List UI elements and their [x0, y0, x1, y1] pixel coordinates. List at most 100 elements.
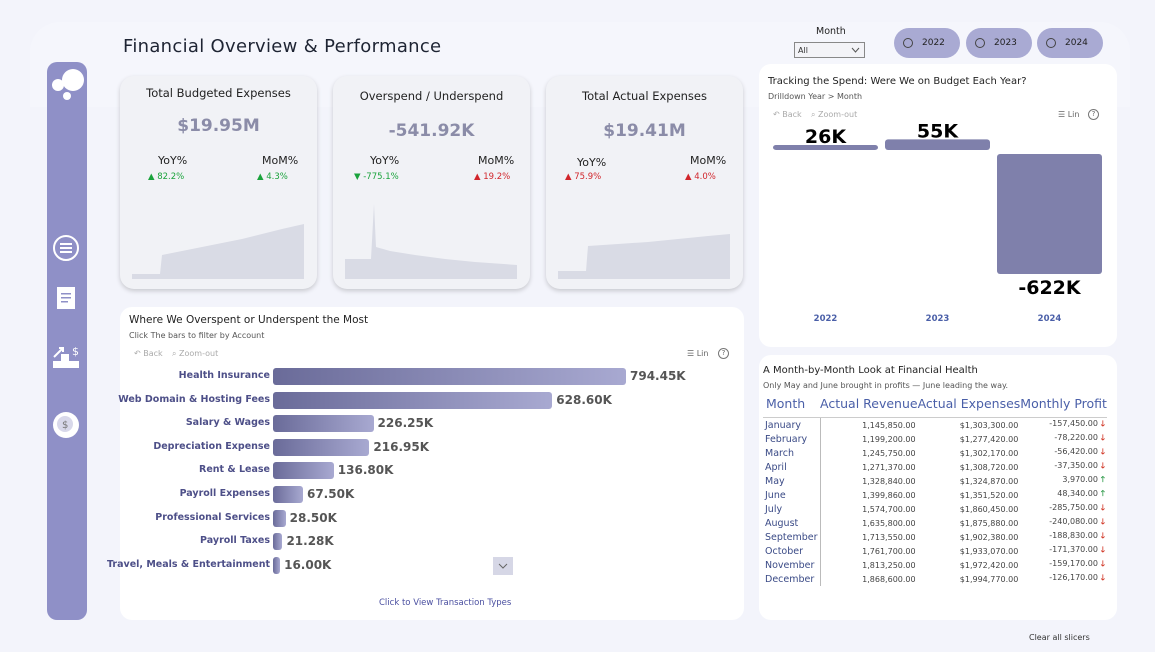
cell-profit-text: 3,970.00	[1062, 475, 1098, 484]
cell-profit-text: -285,750.00	[1049, 503, 1098, 512]
cell-profit-text: -126,170.00	[1049, 573, 1098, 582]
help-icon[interactable]: ?	[718, 348, 729, 359]
cell-month: July	[763, 502, 821, 516]
kpi-card-budgeted[interactable]: Total Budgeted Expenses $19.95M YoY% MoM…	[120, 76, 317, 289]
column-header[interactable]: Month	[763, 396, 821, 418]
account-bar[interactable]	[273, 462, 334, 480]
kpi-card-actual[interactable]: Total Actual Expenses $19.41M YoY% MoM% …	[546, 76, 743, 289]
table-row: February 1,199,200.00 $1,277,420.00 -78,220…	[763, 432, 1107, 446]
account-label[interactable]: Depreciation Expense	[153, 441, 270, 452]
year-axis-label: 2023	[926, 314, 950, 324]
overspend-zoomout-button[interactable]: ⌕ Zoom-out	[172, 349, 218, 359]
arrow-up-icon: 🡑	[1097, 489, 1105, 498]
cell-revenue-text: 1,328,840.00	[862, 476, 916, 486]
cell-revenue: 1,761,700.00	[820, 544, 918, 558]
column-header[interactable]: Actual Expenses	[917, 396, 1021, 418]
account-label[interactable]: Travel, Meals & Entertainment	[107, 559, 270, 570]
account-bar-value: 67.50K	[306, 487, 355, 501]
menu-list-icon[interactable]	[52, 234, 80, 262]
cell-revenue: 1,399,860.00	[820, 488, 918, 502]
table-row: September 1,713,550.00 $1,902,380.00 -188,8…	[763, 530, 1107, 544]
back-arrow-icon: ↶	[134, 349, 144, 358]
table-row: May 1,328,840.00 $1,324,870.00 3,970.00 🡑	[763, 474, 1107, 488]
kpi-mom-value: ▲ 4.0%	[685, 172, 716, 182]
account-label[interactable]: Health Insurance	[179, 370, 270, 381]
page-title: Financial Overview & Performance	[123, 36, 442, 57]
report-page-icon[interactable]	[56, 286, 76, 310]
arrow-down-icon: 🡓	[1097, 503, 1105, 512]
account-bar[interactable]	[273, 556, 281, 574]
cell-revenue: 1,635,800.00	[820, 516, 918, 530]
sparkline-area	[558, 234, 730, 279]
cell-profit: -285,750.00 🡓	[1020, 502, 1107, 516]
account-bar-value: 216.95K	[373, 439, 429, 454]
year-button-2023[interactable]: 2023	[966, 28, 1032, 58]
cell-month-text: April	[765, 461, 787, 473]
cell-revenue: 1,245,750.00	[820, 446, 918, 460]
cell-profit: 48,340.00 🡑	[1020, 488, 1107, 502]
arrow-down-icon: 🡓	[1097, 461, 1105, 470]
cell-month: December	[763, 572, 821, 586]
kpi-title: Total Budgeted Expenses	[146, 86, 291, 100]
year-button-2022[interactable]: 2022	[894, 28, 960, 58]
account-label[interactable]: Payroll Expenses	[180, 488, 270, 499]
account-bar[interactable]	[273, 533, 283, 551]
cell-month-text: December	[765, 573, 815, 585]
account-bar[interactable]	[273, 486, 303, 503]
account-label[interactable]: Rent & Lease	[199, 464, 270, 475]
account-bar[interactable]	[273, 415, 374, 433]
svg-text:$: $	[62, 420, 68, 431]
back-label: Back	[143, 349, 163, 358]
account-label[interactable]: Professional Services	[155, 512, 270, 523]
cell-expenses-text: $1,302,170.00	[959, 448, 1019, 458]
year-button-2024[interactable]: 2024	[1037, 28, 1103, 58]
cell-month-text: March	[765, 447, 794, 459]
account-label[interactable]: Web Domain & Hosting Fees	[118, 394, 270, 405]
budget-growth-icon[interactable]: $	[51, 343, 81, 370]
account-bar[interactable]	[273, 438, 370, 456]
account-bar[interactable]	[273, 368, 626, 385]
zoom-out-label: Zoom-out	[179, 349, 219, 358]
cell-month-text: July	[765, 503, 783, 515]
coin-icon[interactable]: $	[51, 410, 81, 440]
radio-icon	[975, 38, 985, 48]
cell-profit: -157,450.00 🡓	[1020, 418, 1107, 433]
cell-profit: -188,830.00 🡓	[1020, 530, 1107, 544]
arrow-up-icon: 🡑	[1097, 475, 1105, 484]
cell-profit: -126,170.00 🡓	[1020, 572, 1107, 586]
year-bar-2024[interactable]	[997, 154, 1102, 274]
kpi-yoy-value: ▼ -775.1%	[354, 172, 399, 182]
account-bar-value: 28.50K	[289, 510, 337, 525]
kpi-title: Overspend / Underspend	[359, 89, 504, 103]
cell-revenue-text: 1,761,700.00	[862, 546, 916, 556]
overspend-back-button[interactable]: ↶ Back	[134, 349, 163, 358]
overspend-chart-subtitle: Click The bars to filter by Account	[129, 331, 265, 340]
month-slicer-value: All	[798, 46, 808, 55]
cell-profit-text: 48,340.00	[1057, 489, 1098, 498]
account-label[interactable]: Payroll Taxes	[200, 535, 270, 546]
cell-revenue-text: 1,271,370.00	[862, 462, 916, 472]
cell-expenses-text: $1,277,420.00	[959, 434, 1019, 444]
column-header[interactable]: Monthly Profit	[1020, 396, 1107, 418]
kpi-mom-label: MoM%	[690, 154, 727, 167]
account-bar[interactable]	[273, 509, 286, 527]
clear-slicers-button[interactable]: Clear all slicers	[1029, 633, 1090, 642]
month-slicer-dropdown[interactable]: All	[794, 42, 865, 58]
account-label[interactable]: Salary & Wages	[186, 417, 270, 428]
cell-profit: 3,970.00 🡑	[1020, 474, 1107, 488]
scroll-down-button[interactable]	[493, 557, 513, 575]
cell-month-text: February	[765, 433, 808, 445]
table-row: October 1,761,700.00 $1,933,070.00 -171,370…	[763, 544, 1107, 558]
cell-expenses-text: $1,351,520.00	[959, 490, 1019, 500]
kpi-card-overspend[interactable]: Overspend / Underspend -541.92K YoY% MoM…	[333, 76, 530, 289]
cell-expenses-text: $1,324,870.00	[959, 476, 1019, 486]
cell-revenue-text: 1,713,550.00	[862, 532, 916, 542]
cell-revenue: 1,813,250.00	[820, 558, 918, 572]
overspend-scale-toggle[interactable]: ☰ Lin	[687, 349, 708, 358]
view-transaction-types-link[interactable]: Click to View Transaction Types	[379, 598, 511, 608]
column-header[interactable]: Actual Revenue	[820, 396, 918, 418]
account-bar[interactable]	[273, 391, 553, 409]
cell-expenses: $1,875,880.00	[918, 516, 1021, 530]
cell-month: September	[763, 530, 821, 544]
cell-profit-text: -37,350.00	[1054, 461, 1098, 470]
